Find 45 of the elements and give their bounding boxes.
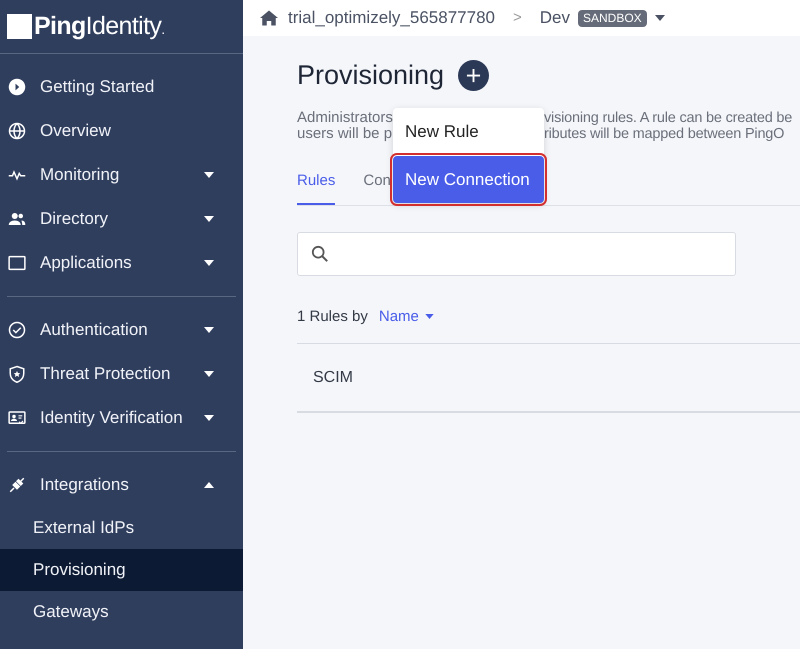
nav-item[interactable]: Monitoring [40, 162, 120, 188]
organization-link[interactable]: trial_optimizely_565877780 [288, 5, 495, 31]
nav-item[interactable]: Applications [40, 250, 132, 276]
nav-subitem[interactable]: Provisioning [0, 549, 243, 591]
rules-count: 1 Rules by [297, 306, 368, 326]
nav-item[interactable]: Authentication [40, 317, 148, 343]
nav-item[interactable]: Identity Verification [40, 405, 183, 431]
nav-item[interactable]: Getting Started [40, 74, 154, 100]
nav-item[interactable]: Overview [40, 118, 111, 144]
logo-mark [7, 14, 32, 39]
environment-name[interactable]: Dev [540, 5, 570, 31]
id-card-icon [8, 409, 26, 427]
nav-item[interactable]: Integrations [40, 472, 129, 498]
description-text: users will be p [297, 126, 393, 142]
description-text: Administrators [297, 110, 393, 126]
nav-item[interactable]: Threat Protection [40, 361, 170, 387]
home-icon[interactable] [260, 10, 278, 26]
breadcrumb-separator: > [512, 8, 522, 28]
logo-text: PingIdentity. [34, 14, 165, 39]
caret-icon[interactable] [654, 15, 665, 21]
tab[interactable]: Rules [297, 170, 336, 204]
play-icon [8, 78, 26, 96]
caret-icon [424, 314, 434, 320]
sort-dropdown[interactable]: Name [378, 306, 434, 328]
search-icon [311, 244, 329, 262]
plug-icon [8, 475, 26, 495]
plus-icon [466, 68, 482, 82]
tab[interactable]: Con [363, 170, 391, 204]
check-circle-icon [8, 321, 26, 339]
menu-item[interactable]: New Rule [393, 108, 544, 156]
nav-subitem[interactable]: Gateways [0, 591, 243, 633]
globe-icon [8, 122, 26, 140]
description-text: ributes will be mapped between PingO [544, 126, 784, 142]
add-button[interactable] [458, 60, 490, 90]
nav-subitem[interactable]: External IdPs [0, 507, 243, 549]
shield-icon [8, 365, 26, 383]
description-text: visioning rules. A rule can be created be [544, 110, 792, 126]
search-field[interactable] [297, 232, 736, 276]
window-icon [8, 253, 26, 273]
menu-item[interactable]: New Connection [393, 156, 544, 203]
environment-badge: SANDBOX [578, 10, 647, 26]
nav-item[interactable]: Directory [40, 206, 108, 232]
people-icon [8, 210, 26, 228]
rule-name[interactable]: SCIM [313, 366, 353, 390]
page-title: Provisioning [297, 58, 444, 92]
